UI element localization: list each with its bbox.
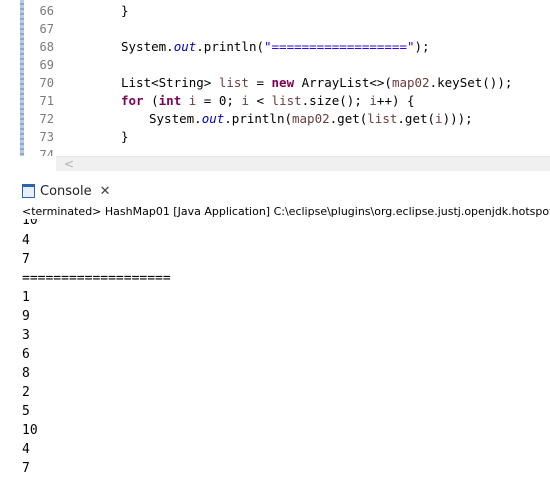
output-line: 4	[22, 233, 30, 248]
code-line-71: for (int i = 0; i < list.size(); i++) {	[121, 92, 415, 110]
code-token: for	[121, 93, 144, 108]
code-token: list	[271, 93, 302, 108]
code-token: int	[158, 93, 182, 108]
output-line: 1	[22, 290, 30, 305]
output-line: ===================	[22, 271, 171, 286]
code-token: .println(	[196, 39, 264, 54]
code-line-72: System.out.println(map02.get(list.get(i)…	[149, 110, 473, 128]
code-token: map02	[292, 111, 330, 126]
code-token: System.	[149, 111, 202, 126]
code-token: new	[271, 75, 295, 90]
output-line: 4	[22, 442, 30, 457]
code-token: }	[121, 129, 129, 144]
code-editor[interactable]: 66 67 68 69 70 71 72 73 74 } System.out.…	[0, 0, 550, 172]
code-token: i	[435, 111, 443, 126]
console-output[interactable]: 10 4 7 =================== 1 9 3 6 8 2 5…	[0, 219, 550, 481]
code-token: }	[121, 3, 129, 18]
scroll-left-icon[interactable]: <	[64, 157, 74, 171]
line-number: 69	[39, 58, 54, 72]
code-token: list	[367, 111, 398, 126]
output-line: 5	[22, 404, 30, 419]
output-line: 10	[22, 423, 38, 438]
tab-console[interactable]: Console ✕	[22, 181, 111, 201]
line-number-gutter: 66 67 68 69 70 71 72 73 74	[24, 0, 56, 156]
line-number: 68	[39, 40, 54, 54]
code-token: i	[241, 93, 249, 108]
output-line: 2	[22, 385, 30, 400]
line-number: 71	[39, 94, 54, 108]
code-token: .println(	[224, 111, 292, 126]
line-number: 73	[39, 130, 54, 144]
line-number: 70	[39, 76, 54, 90]
code-token: ArrayList<>(	[294, 75, 392, 90]
code-token: List<String>	[121, 75, 219, 90]
code-line-73: }	[121, 128, 129, 146]
console-tab-bar: Console ✕	[0, 179, 550, 203]
output-line: 10	[22, 219, 38, 228]
close-icon[interactable]: ✕	[100, 184, 111, 199]
code-token: =	[248, 75, 272, 90]
line-number: 67	[39, 22, 54, 36]
code-token: out	[201, 111, 225, 126]
output-line: 6	[22, 347, 30, 362]
output-line: 3	[22, 328, 30, 343]
line-number: 66	[39, 4, 54, 18]
line-number: 72	[39, 112, 54, 126]
code-token: map02	[391, 75, 430, 90]
code-token: )));	[442, 111, 473, 126]
console-status-line: <terminated> HashMap01 [Java Application…	[22, 205, 550, 218]
code-token: );	[414, 39, 430, 54]
output-line: 8	[22, 366, 30, 381]
code-token: System.	[121, 39, 174, 54]
code-token: "=================="	[264, 39, 415, 54]
code-token: i	[369, 93, 377, 108]
console-icon	[22, 184, 35, 198]
code-line-68: System.out.println("==================")…	[121, 38, 430, 56]
output-line: 7	[22, 461, 30, 476]
code-token: <	[248, 93, 272, 108]
code-token: (	[143, 93, 159, 108]
output-line: 9	[22, 309, 30, 324]
code-token: .size();	[301, 93, 370, 108]
code-token: out	[173, 39, 197, 54]
code-token: .get(	[329, 111, 368, 126]
code-token: .keySet());	[429, 75, 513, 90]
code-token: list	[218, 75, 249, 90]
code-line-70: List<String> list = new ArrayList<>(map0…	[121, 74, 512, 92]
code-token: = 0;	[196, 93, 242, 108]
output-line: 7	[22, 252, 30, 267]
console-tab-label: Console	[40, 183, 92, 199]
line-number: 74	[39, 148, 54, 156]
code-line-66: }	[121, 2, 129, 20]
code-token: .get(	[397, 111, 436, 126]
horizontal-scrollbar[interactable]: <	[56, 156, 550, 171]
code-token: ++) {	[376, 93, 415, 108]
